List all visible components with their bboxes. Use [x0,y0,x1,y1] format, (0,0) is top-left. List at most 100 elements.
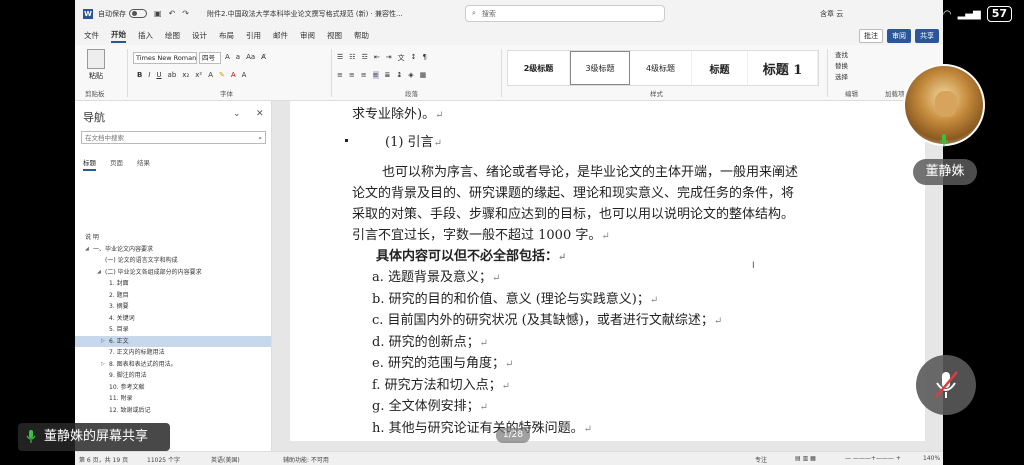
tab-view[interactable]: 视图 [327,30,342,41]
text-effects-icon[interactable]: A [208,71,213,79]
justify-icon[interactable]: ≡ [372,71,379,79]
autosave-toggle[interactable] [129,9,147,18]
bold-icon[interactable]: B [137,71,142,79]
outline-item[interactable]: 9. 脚注的用法 [75,370,271,382]
collapse-triangle-icon[interactable]: ◢ [97,267,101,279]
style-heading-2[interactable]: 2级标题 [508,51,570,85]
view-icons[interactable]: ▤ ▥ ▦ [795,455,816,462]
shading-icon[interactable]: ◈ [408,71,413,79]
tab-draw[interactable]: 绘图 [165,30,180,41]
tab-help[interactable]: 帮助 [354,30,369,41]
superscript-icon[interactable]: x² [195,71,202,79]
outline-item[interactable]: 2. 题目 [75,290,271,302]
close-icon[interactable]: ✕ [256,109,264,119]
tab-headings[interactable]: 标题 [83,157,96,171]
tab-results[interactable]: 结果 [137,157,150,171]
tab-review[interactable]: 审阅 [300,30,315,41]
find-button[interactable]: 查找 [835,49,848,59]
mute-button[interactable] [916,355,976,415]
replace-button[interactable]: 替换 [835,60,848,70]
tab-insert[interactable]: 插入 [138,30,153,41]
review-button[interactable]: 审阅 [887,29,911,43]
undo-icon[interactable]: ↶ [169,9,176,18]
bullets-icon[interactable]: ☰ [337,53,343,63]
expand-triangle-icon[interactable]: ▷ [101,359,105,371]
outline-item[interactable]: 4. 关键词 [75,313,271,325]
tab-file[interactable]: 文件 [84,30,99,41]
borders-icon[interactable]: ▦ [420,71,427,79]
tab-design[interactable]: 设计 [192,30,207,41]
expand-triangle-icon[interactable]: ▷ [101,336,105,348]
search-input[interactable]: ⌕ 搜索 [465,5,665,22]
outline-item[interactable]: 12. 致谢或后记 [75,405,271,417]
outline-item[interactable]: 1. 封面 [75,278,271,290]
outline-item[interactable]: ▷ 8. 图表和表达式的用法。 [75,359,271,371]
paste-button[interactable]: 粘贴 [89,71,103,81]
font-size-select[interactable]: 四号 [199,52,221,64]
outline-item-label: 5. 目录 [109,326,129,333]
save-icon[interactable]: ▣ [154,9,162,18]
style-title[interactable]: 标题 [692,51,748,85]
share-button[interactable]: 共享 [915,29,939,43]
style-heading-1[interactable]: 标题 1 [748,51,818,85]
outline-item[interactable]: 5. 目录 [75,324,271,336]
paste-icon[interactable] [87,49,105,69]
align-center-icon[interactable]: ≡ [349,71,355,79]
line-spacing-icon[interactable]: ↨ [396,71,402,79]
outline-item[interactable]: ◢ (二) 毕业论文各组成部分的内容要求 [75,267,271,279]
sort-icon[interactable]: ↕ [411,53,417,63]
increase-indent-icon[interactable]: ⇥ [386,53,392,63]
grow-font-icon[interactable]: A [225,53,230,61]
zoom-slider[interactable]: — ———+——— + [845,455,901,462]
chinese-layout-icon[interactable]: 文 [398,53,405,63]
align-left-icon[interactable]: ≡ [337,71,343,79]
outline-item[interactable]: (一) 论文的语言文字和构成 [75,255,271,267]
outline-item[interactable]: ▷ 6. 正文 [75,335,271,348]
zoom-level[interactable]: 140% [923,455,940,462]
style-heading-4[interactable]: 4级标题 [630,51,692,85]
word-logo-icon: W [83,8,93,19]
clear-format-icon[interactable]: A̸ [261,53,266,61]
shrink-font-icon[interactable]: a [236,53,240,61]
align-right-icon[interactable]: ≡ [361,71,367,79]
language-status[interactable]: 英语(美国) [211,455,240,464]
distributed-icon[interactable]: ≣ [385,71,391,79]
font-color-icon[interactable]: A [231,71,236,79]
strikethrough-icon[interactable]: ab [168,71,177,79]
tab-home[interactable]: 开始 [111,29,126,43]
accessibility-status[interactable]: 辅助功能: 不可用 [283,455,329,464]
underline-icon[interactable]: U [156,71,161,79]
redo-icon[interactable]: ↷ [182,9,189,18]
tab-mailings[interactable]: 邮件 [273,30,288,41]
tab-layout[interactable]: 布局 [219,30,234,41]
outline-item[interactable]: 说 明 [75,232,271,244]
style-heading-3[interactable]: 3级标题 [570,51,630,85]
show-marks-icon[interactable]: ¶ [422,53,426,63]
char-shading-icon[interactable]: A [242,71,247,79]
italic-icon[interactable]: I [148,71,150,79]
chevron-down-icon[interactable]: ⌄ [233,109,241,119]
outline-item[interactable]: 3. 摘要 [75,301,271,313]
tab-pages[interactable]: 页面 [110,157,123,171]
document-page[interactable]: 求专业除外)。↵ (1) 引言↵ 也可以称为序言、绪论或者导论，是毕业论文的主体… [290,101,925,441]
outline-item[interactable]: 7. 正文内的标题用法 [75,347,271,359]
tab-references[interactable]: 引用 [246,30,261,41]
outline-item[interactable]: 11. 附录 [75,393,271,405]
focus-button[interactable]: 专注 [755,455,767,464]
word-count[interactable]: 11025 个字 [147,455,180,464]
outline-item[interactable]: 10. 参考文献 [75,382,271,394]
font-name-select[interactable]: Times New Roman [133,52,197,64]
decrease-indent-icon[interactable]: ⇤ [374,53,380,63]
user-name[interactable]: 含章 云 [820,9,843,19]
nav-search-input[interactable]: 在文档中搜索 ⌕ [81,131,266,144]
highlight-icon[interactable]: ✎ [219,71,225,79]
outline-item[interactable]: ◢ 一、毕业论文内容要求 [75,244,271,256]
numbering-icon[interactable]: ☷ [349,53,355,63]
select-button[interactable]: 选择 [835,71,848,81]
comment-button[interactable]: 批注 [859,29,883,43]
multilevel-icon[interactable]: ☲ [362,53,368,63]
page-count[interactable]: 第 6 页，共 19 页 [79,455,128,464]
collapse-triangle-icon[interactable]: ◢ [85,244,89,256]
subscript-icon[interactable]: x₂ [182,71,189,79]
case-icon[interactable]: Aa [246,53,255,61]
